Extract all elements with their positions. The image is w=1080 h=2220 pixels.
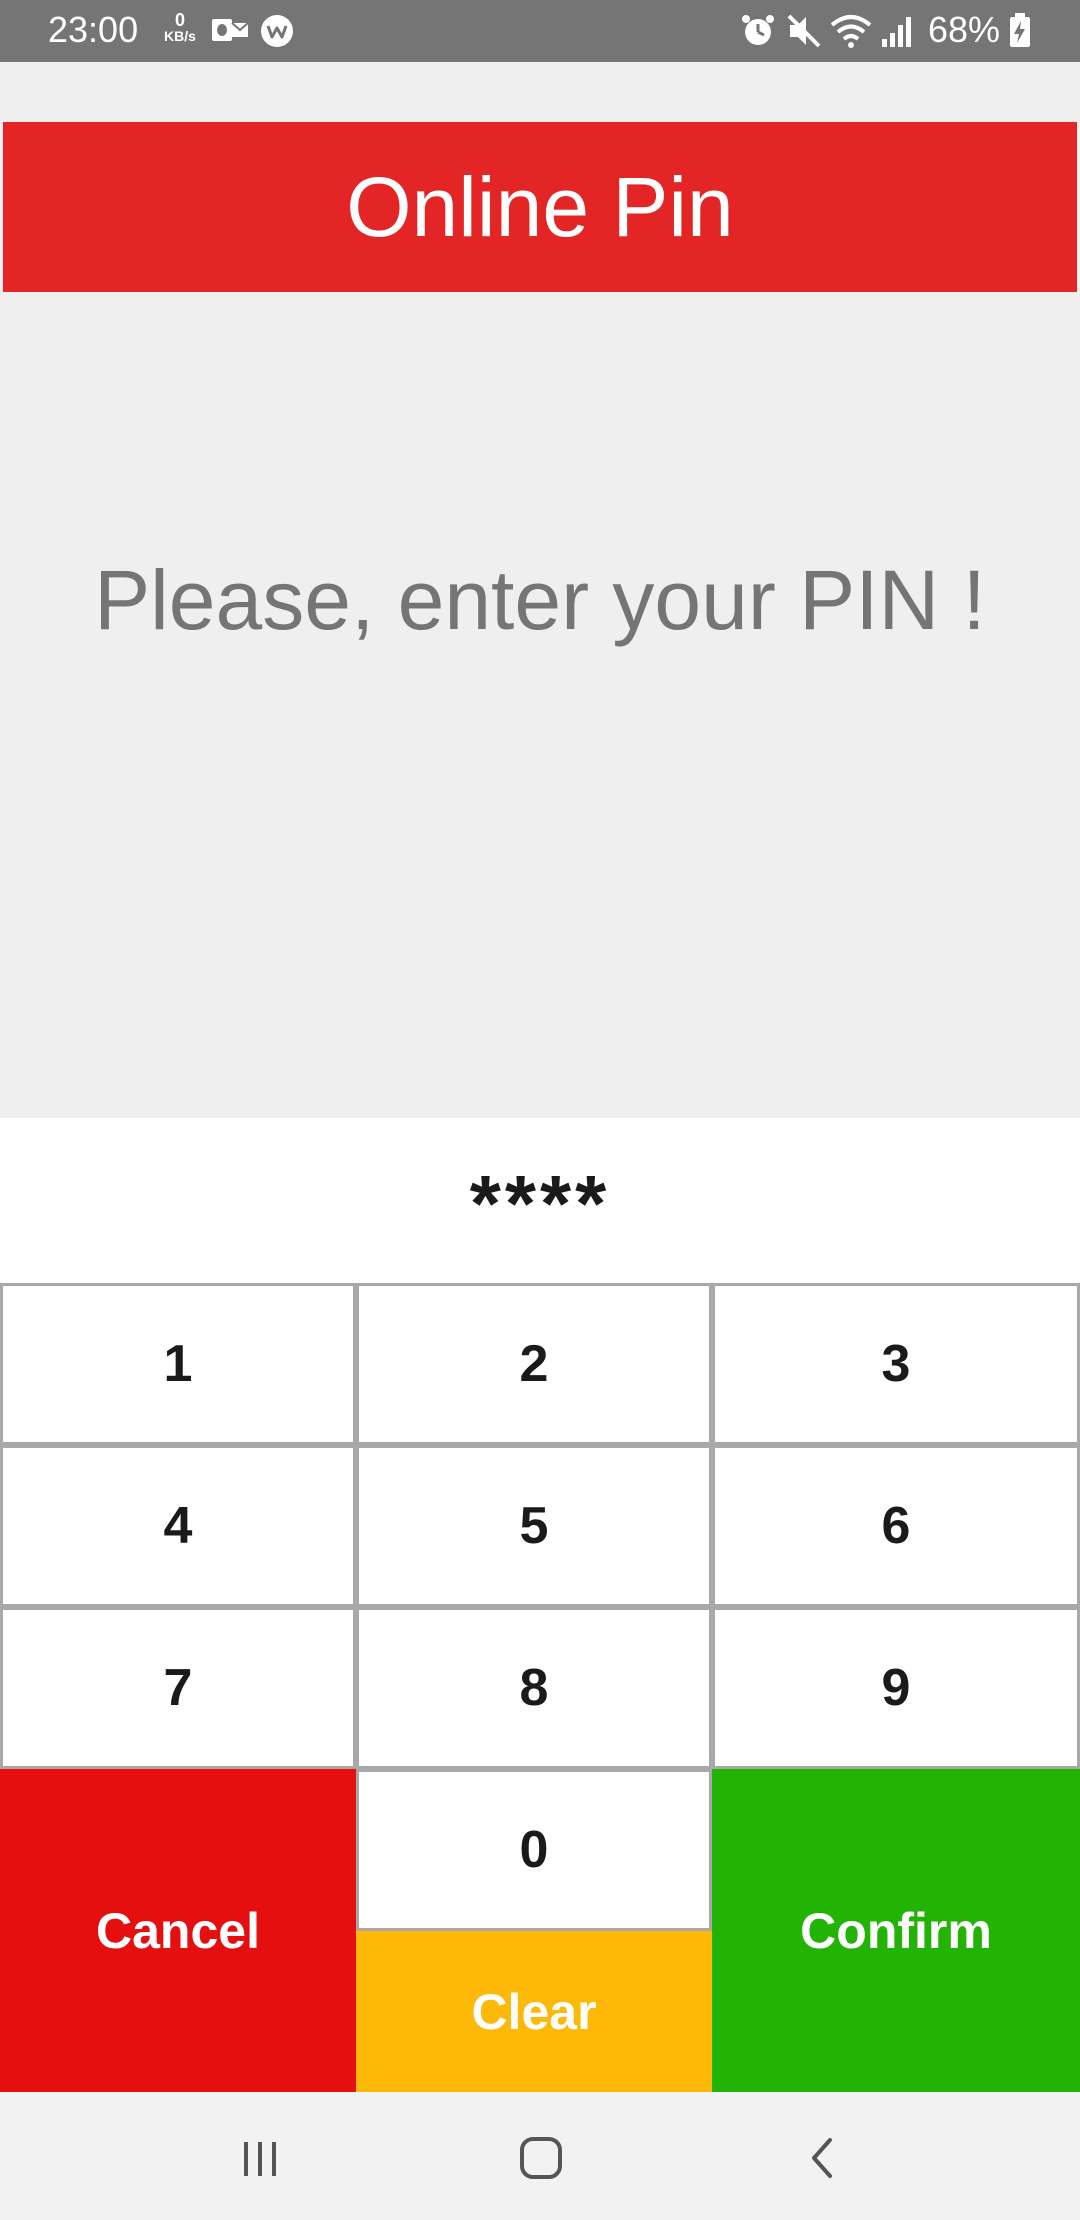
key-8[interactable]: 8 bbox=[356, 1607, 712, 1769]
mute-icon bbox=[786, 13, 822, 54]
battery-charging-icon bbox=[1008, 13, 1032, 54]
wifi-icon bbox=[830, 13, 872, 54]
key-4[interactable]: 4 bbox=[0, 1445, 356, 1607]
pin-display: **** bbox=[0, 1118, 1080, 1283]
confirm-button[interactable]: Confirm bbox=[712, 1769, 1080, 2093]
status-bar: 23:00 0 KB/s 68% bbox=[0, 0, 1080, 62]
key-0[interactable]: 0 bbox=[356, 1769, 712, 1931]
home-icon[interactable] bbox=[502, 2122, 582, 2192]
back-icon[interactable] bbox=[784, 2122, 864, 2192]
pin-masked-value: **** bbox=[469, 1159, 611, 1248]
chat-icon bbox=[258, 13, 296, 54]
outlook-icon bbox=[210, 13, 250, 52]
key-1[interactable]: 1 bbox=[0, 1283, 356, 1445]
screen: 23:00 0 KB/s 68% Online Pin Please, ente… bbox=[0, 0, 1080, 2220]
net-speed: 0 KB/s bbox=[160, 10, 200, 44]
page-title: Online Pin bbox=[346, 159, 734, 254]
key-2[interactable]: 2 bbox=[356, 1283, 712, 1445]
net-speed-unit: KB/s bbox=[164, 28, 196, 44]
key-7[interactable]: 7 bbox=[0, 1607, 356, 1769]
alarm-icon bbox=[740, 13, 776, 54]
key-6[interactable]: 6 bbox=[712, 1445, 1080, 1607]
key-5[interactable]: 5 bbox=[356, 1445, 712, 1607]
cancel-button[interactable]: Cancel bbox=[0, 1769, 356, 2093]
battery-percent: 68% bbox=[928, 9, 1001, 50]
net-speed-value: 0 bbox=[174, 10, 185, 30]
signal-icon bbox=[880, 13, 914, 54]
key-3[interactable]: 3 bbox=[712, 1283, 1080, 1445]
status-time: 23:00 bbox=[48, 9, 139, 50]
clear-button[interactable]: Clear bbox=[356, 1931, 712, 2093]
key-9[interactable]: 9 bbox=[712, 1607, 1080, 1769]
pin-prompt: Please, enter your PIN ! bbox=[94, 553, 986, 647]
title-bar: Online Pin bbox=[3, 122, 1077, 292]
nav-bar bbox=[0, 2092, 1080, 2220]
recent-apps-icon[interactable] bbox=[220, 2122, 300, 2192]
